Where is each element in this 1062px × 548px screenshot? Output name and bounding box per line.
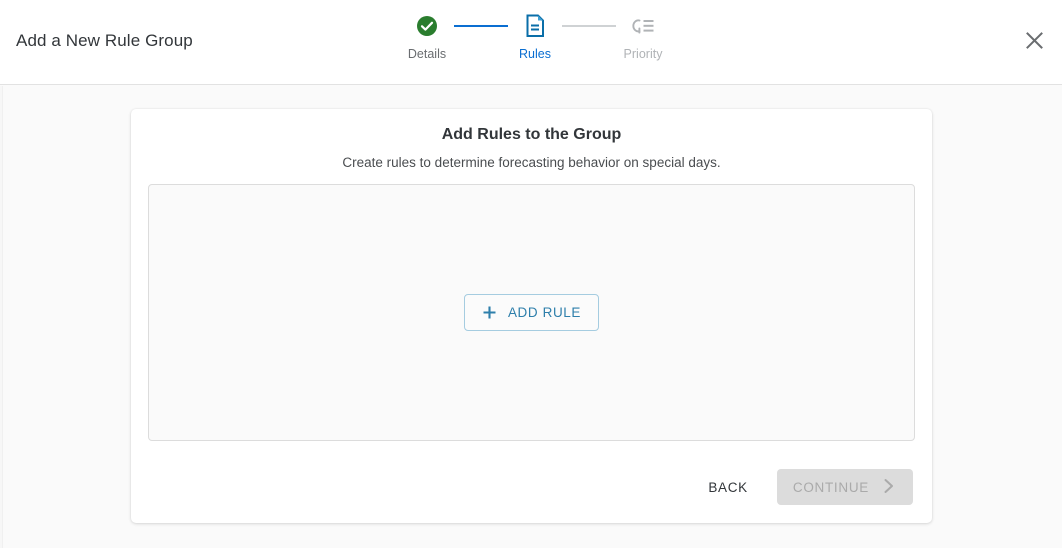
- step-priority[interactable]: Priority: [616, 12, 670, 61]
- left-edge-rail: [0, 86, 3, 548]
- step-rules[interactable]: Rules: [508, 12, 562, 61]
- dialog-body: Add Rules to the Group Create rules to d…: [0, 86, 1062, 548]
- step-label-details: Details: [407, 47, 447, 61]
- continue-button: CONTINUE: [776, 469, 913, 505]
- stepper-connector-2: [562, 25, 616, 27]
- step-details[interactable]: Details: [400, 12, 454, 61]
- rules-empty-area: ADD RULE: [148, 184, 915, 441]
- card-subtitle: Create rules to determine forecasting be…: [342, 155, 721, 170]
- plus-icon: [482, 305, 497, 320]
- document-icon: [525, 12, 546, 40]
- card-title: Add Rules to the Group: [441, 126, 622, 143]
- continue-label: CONTINUE: [792, 479, 869, 495]
- add-rule-button[interactable]: ADD RULE: [463, 294, 600, 331]
- step-label-priority: Priority: [623, 47, 663, 61]
- wizard-stepper: Details Rules Priority: [400, 12, 670, 72]
- page-title: Add a New Rule Group: [16, 31, 193, 50]
- close-button[interactable]: [1019, 28, 1049, 58]
- step-label-rules: Rules: [519, 47, 551, 61]
- back-button[interactable]: BACK: [700, 471, 756, 504]
- priority-list-icon: [631, 12, 655, 40]
- dialog-header: Add a New Rule Group Details Rules Prior…: [0, 0, 1062, 85]
- chevron-right-icon: [881, 477, 897, 498]
- close-icon: [1025, 31, 1044, 55]
- rules-card: Add Rules to the Group Create rules to d…: [131, 109, 932, 523]
- card-footer: BACK CONTINUE: [700, 469, 913, 505]
- add-rule-label: ADD RULE: [507, 305, 582, 320]
- stepper-connector-1: [454, 25, 508, 27]
- check-circle-icon: [416, 12, 438, 40]
